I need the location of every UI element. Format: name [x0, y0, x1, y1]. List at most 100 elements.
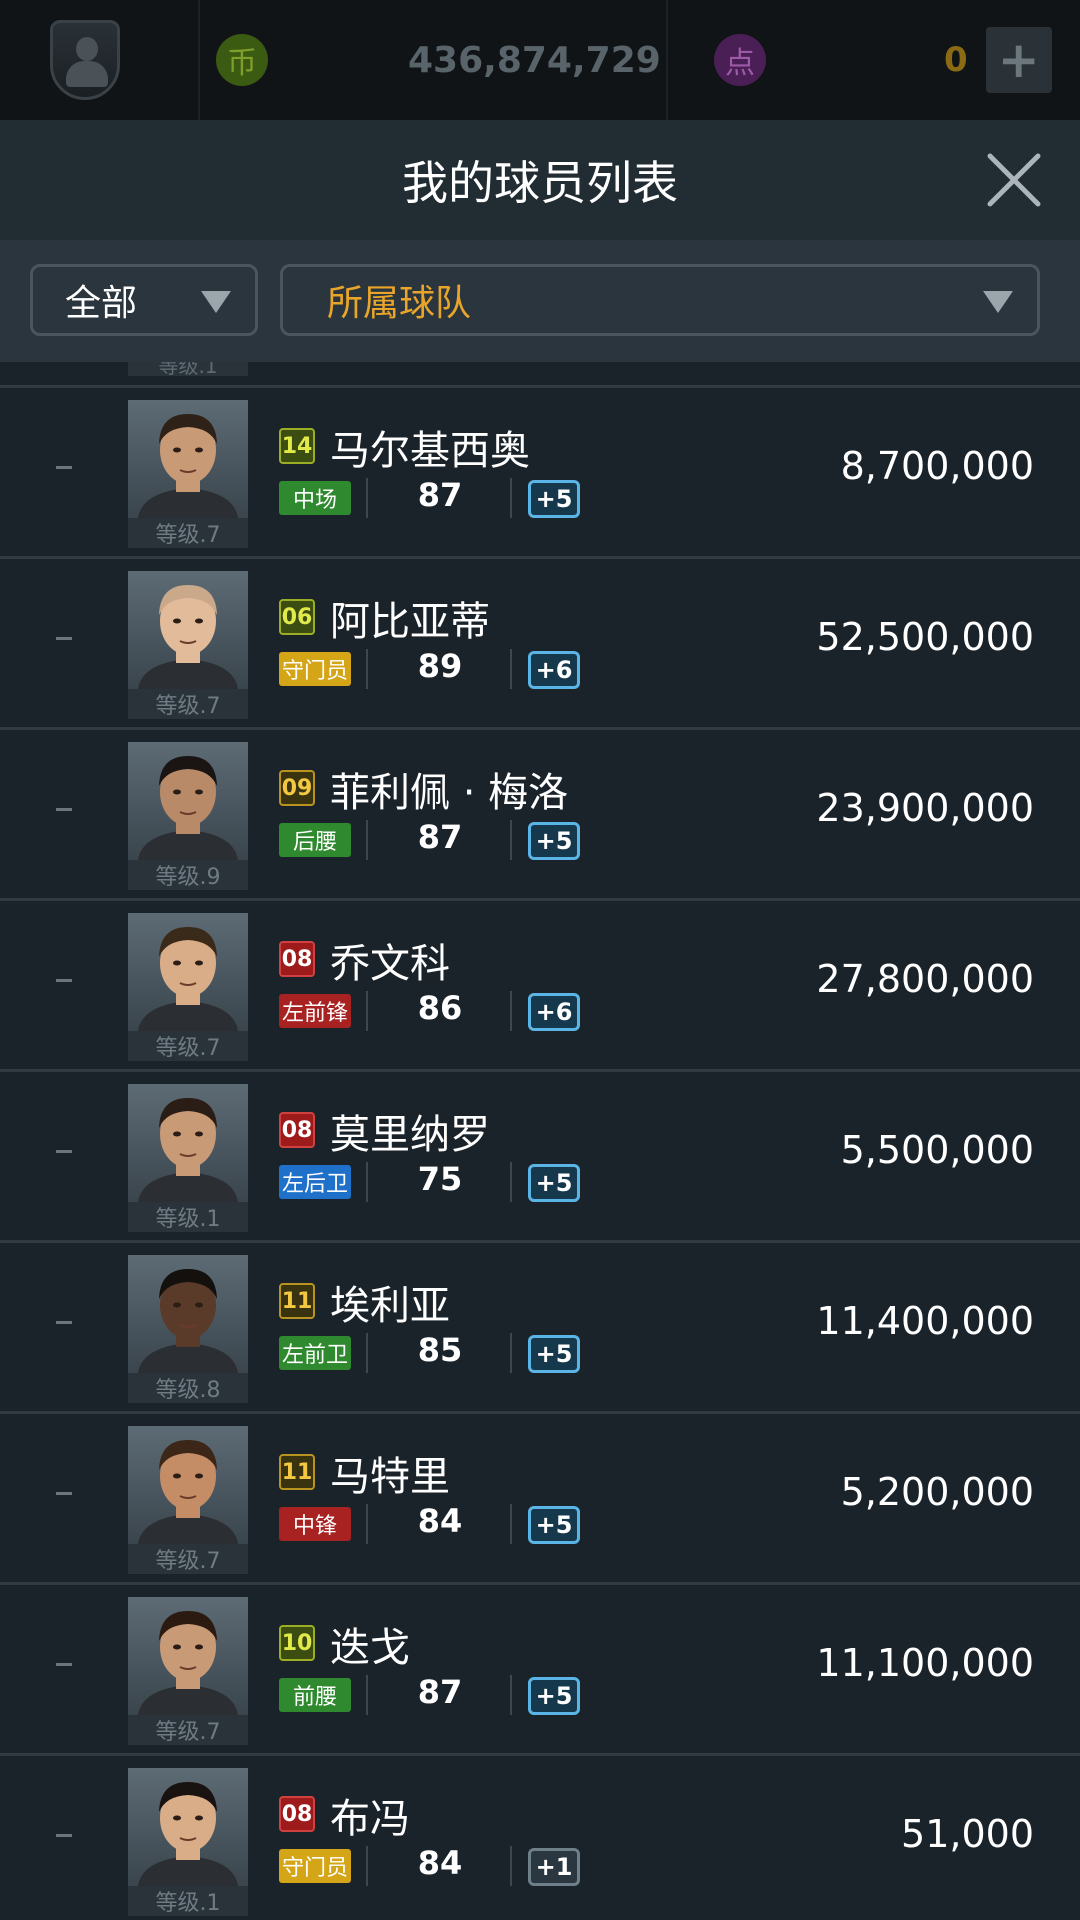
player-name: 布冯 — [330, 1796, 410, 1842]
player-photo[interactable] — [128, 571, 248, 689]
divider — [510, 478, 512, 518]
player-value: 11,100,000 — [816, 1641, 1034, 1685]
player-list[interactable]: 等级.1 等级.7 14 马尔基西奥 中场 87 +5 8,700,000 等级… — [0, 362, 1080, 1920]
add-points-button[interactable]: + — [985, 27, 1052, 93]
player-name: 莫里纳罗 — [330, 1112, 490, 1158]
player-level: 等级.7 — [128, 1715, 248, 1745]
player-row[interactable]: 等级.9 09 菲利佩 · 梅洛 后腰 87 +5 23,900,000 — [0, 730, 1080, 901]
player-photo[interactable] — [128, 1255, 248, 1373]
dialog-header: 我的球员列表 — [0, 120, 1080, 240]
coins-area: 币 436,874,729 — [200, 0, 668, 120]
player-photo[interactable] — [128, 1768, 248, 1886]
player-rating: 86 — [417, 989, 463, 1027]
player-name: 菲利佩 · 梅洛 — [330, 770, 569, 816]
player-row[interactable]: 等级.1 08 莫里纳罗 左后卫 75 +5 5,500,000 — [0, 1072, 1080, 1243]
divider — [366, 478, 368, 518]
position-tag: 中锋 — [279, 1507, 351, 1541]
divider — [510, 1333, 512, 1373]
player-name: 马特里 — [330, 1454, 450, 1500]
club-shield-icon[interactable] — [50, 20, 120, 100]
player-level: 等级.7 — [128, 518, 248, 548]
player-level: 等级.7 — [128, 1031, 248, 1061]
top-status-bar: 币 436,874,729 点 0 + — [0, 0, 1080, 120]
divider — [366, 1846, 368, 1886]
player-value: 51,000 — [901, 1812, 1034, 1856]
position-filter-dropdown[interactable]: 全部 — [30, 264, 258, 336]
player-photo[interactable] — [128, 1084, 248, 1202]
status-dash — [56, 1321, 72, 1324]
player-level: 等级.1 — [128, 362, 248, 376]
enhance-level-badge: +5 — [528, 1677, 580, 1715]
player-rating: 87 — [417, 476, 463, 514]
profile-area[interactable] — [0, 0, 200, 120]
divider — [366, 1675, 368, 1715]
player-photo[interactable] — [128, 1597, 248, 1715]
divider — [510, 1504, 512, 1544]
enhance-level-badge: +5 — [528, 1335, 580, 1373]
player-value: 27,800,000 — [816, 957, 1034, 1001]
player-photo[interactable] — [128, 400, 248, 518]
jersey-number-badge: 11 — [279, 1454, 315, 1490]
divider — [510, 1846, 512, 1886]
status-dash — [56, 1492, 72, 1495]
position-tag: 前腰 — [279, 1678, 351, 1712]
coins-value: 436,874,729 — [408, 39, 661, 81]
enhance-level-badge: +5 — [528, 1164, 580, 1202]
jersey-number-badge: 08 — [279, 1796, 315, 1832]
player-row[interactable]: 等级.7 08 乔文科 左前锋 86 +6 27,800,000 — [0, 901, 1080, 1072]
filter-bar: 全部 所属球队 — [0, 240, 1080, 362]
chevron-down-icon — [983, 291, 1013, 313]
team-filter-label: 所属球队 — [327, 283, 472, 324]
player-value: 5,500,000 — [840, 1128, 1034, 1172]
position-tag: 守门员 — [279, 652, 351, 686]
chevron-down-icon — [201, 291, 231, 313]
team-filter-dropdown[interactable]: 所属球队 — [280, 264, 1040, 336]
divider — [510, 991, 512, 1031]
jersey-number-badge: 11 — [279, 1283, 315, 1319]
position-tag: 左后卫 — [279, 1165, 351, 1199]
divider — [510, 649, 512, 689]
points-area: 点 0 + — [668, 0, 1080, 120]
player-row[interactable]: 等级.7 11 马特里 中锋 84 +5 5,200,000 — [0, 1414, 1080, 1585]
position-tag: 中场 — [279, 481, 351, 515]
jersey-number-badge: 10 — [279, 1625, 315, 1661]
divider — [366, 649, 368, 689]
player-value: 8,700,000 — [840, 444, 1034, 488]
jersey-number-badge: 08 — [279, 941, 315, 977]
player-name: 迭戈 — [330, 1625, 410, 1671]
player-row[interactable]: 等级.1 08 布冯 守门员 84 +1 51,000 — [0, 1756, 1080, 1920]
status-dash — [56, 808, 72, 811]
point-icon: 点 — [714, 34, 766, 86]
status-dash — [56, 637, 72, 640]
position-tag: 左前锋 — [279, 994, 351, 1028]
divider — [366, 991, 368, 1031]
enhance-level-badge: +5 — [528, 1506, 580, 1544]
player-level: 等级.7 — [128, 1544, 248, 1574]
player-level: 等级.1 — [128, 1886, 248, 1916]
player-name: 马尔基西奥 — [330, 428, 530, 474]
close-icon[interactable] — [984, 150, 1044, 210]
enhance-level-badge: +5 — [528, 480, 580, 518]
player-level: 等级.8 — [128, 1373, 248, 1403]
player-rating: 75 — [417, 1160, 463, 1198]
status-dash — [56, 979, 72, 982]
player-value: 52,500,000 — [816, 615, 1034, 659]
player-row[interactable]: 等级.7 14 马尔基西奥 中场 87 +5 8,700,000 — [0, 388, 1080, 559]
player-row[interactable]: 等级.7 06 阿比亚蒂 守门员 89 +6 52,500,000 — [0, 559, 1080, 730]
divider — [510, 820, 512, 860]
player-row[interactable]: 等级.7 10 迭戈 前腰 87 +5 11,100,000 — [0, 1585, 1080, 1756]
player-level: 等级.7 — [128, 689, 248, 719]
position-tag: 守门员 — [279, 1849, 351, 1883]
jersey-number-badge: 06 — [279, 599, 315, 635]
divider — [366, 820, 368, 860]
divider — [510, 1675, 512, 1715]
player-photo[interactable] — [128, 742, 248, 860]
player-row[interactable]: 等级.8 11 埃利亚 左前卫 85 +5 11,400,000 — [0, 1243, 1080, 1414]
status-dash — [56, 466, 72, 469]
player-photo[interactable] — [128, 913, 248, 1031]
player-level: 等级.9 — [128, 860, 248, 890]
list-item-partial: 等级.1 — [0, 362, 1080, 388]
status-dash — [56, 1834, 72, 1837]
player-photo[interactable] — [128, 1426, 248, 1544]
player-rating: 87 — [417, 1673, 463, 1711]
